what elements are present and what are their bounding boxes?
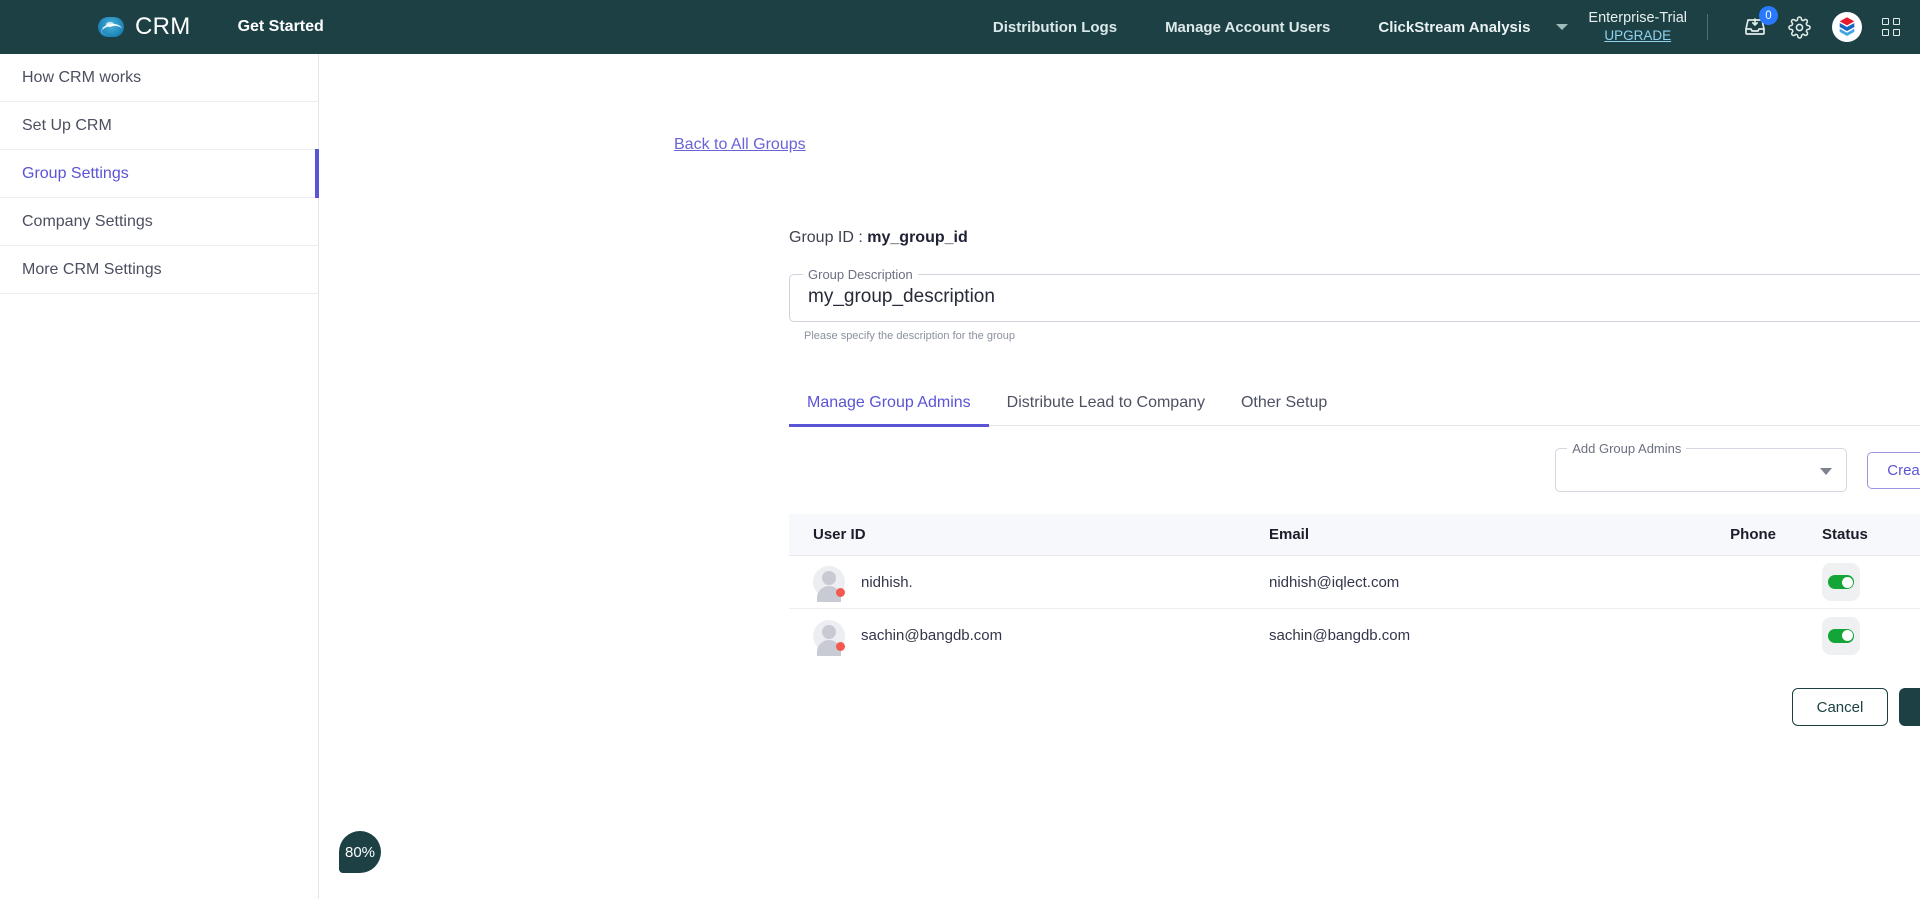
sidebar-item-label: Set Up CRM xyxy=(22,116,112,134)
tab-label: Manage Group Admins xyxy=(807,394,971,411)
tab-distribute-lead-to-company[interactable]: Distribute Lead to Company xyxy=(989,394,1223,425)
brand-area: CRM Get Started xyxy=(0,13,324,41)
group-admins-table: User ID Email Phone Status nidhish. nidh… xyxy=(789,514,1920,662)
status-toggle[interactable] xyxy=(1822,563,1860,601)
top-navigation-bar: CRM Get Started Distribution Logs Manage… xyxy=(0,0,1920,54)
sidebar-item-how-crm-works[interactable]: How CRM works xyxy=(0,54,318,102)
cell-status xyxy=(1804,616,1920,655)
sidebar-item-more-crm-settings[interactable]: More CRM Settings xyxy=(0,246,318,294)
sidebar-item-label: How CRM works xyxy=(22,68,142,86)
header-divider xyxy=(1707,14,1708,40)
group-description-label: Group Description xyxy=(803,267,918,282)
add-group-admins-select[interactable]: Add Group Admins xyxy=(1555,441,1848,492)
group-settings-form: Group ID : my_group_id Group Description… xyxy=(789,229,1920,726)
inbox-download-icon[interactable]: 0 xyxy=(1738,6,1778,44)
group-id-value: my_group_id xyxy=(867,229,968,246)
group-description-field[interactable]: Group Description my_group_description xyxy=(789,267,1920,322)
group-tabs: Manage Group Admins Distribute Lead to C… xyxy=(789,394,1920,427)
toggle-switch-on[interactable] xyxy=(1828,575,1854,589)
tab-label: Distribute Lead to Company xyxy=(1006,394,1205,411)
sidebar-item-label: Group Settings xyxy=(22,164,129,182)
admins-action-row: Add Group Admins Create New User As Admi… xyxy=(789,441,1920,492)
save-group-draft-button[interactable]: Save Group ( Draft ) xyxy=(1899,688,1920,726)
chevron-down-icon[interactable] xyxy=(1556,24,1569,30)
status-dot-icon xyxy=(836,588,845,597)
user-id-text: sachin@bangdb.com xyxy=(861,627,1003,644)
cell-email: sachin@bangdb.com xyxy=(1269,627,1411,644)
apps-grid-icon[interactable] xyxy=(1882,18,1900,36)
get-started-link[interactable]: Get Started xyxy=(238,18,324,36)
form-footer-buttons: Cancel Save Group ( Draft ) xyxy=(789,688,1920,726)
back-to-all-groups-link[interactable]: Back to All Groups xyxy=(674,136,806,154)
nav-clickstream-analysis[interactable]: ClickStream Analysis xyxy=(1354,19,1554,36)
gear-icon[interactable] xyxy=(1782,10,1816,44)
column-header-phone: Phone xyxy=(1730,526,1776,543)
group-id-row: Group ID : my_group_id xyxy=(789,229,1920,247)
tab-other-setup[interactable]: Other Setup xyxy=(1223,394,1345,425)
sidebar-item-company-settings[interactable]: Company Settings xyxy=(0,198,318,246)
group-id-label: Group ID : xyxy=(789,229,863,246)
toggle-switch-on[interactable] xyxy=(1828,628,1854,643)
tab-manage-group-admins[interactable]: Manage Group Admins xyxy=(789,394,989,427)
cell-user-id: nidhish. xyxy=(789,566,1269,602)
sidebar-item-group-settings[interactable]: Group Settings xyxy=(0,149,319,198)
table-header-row: User ID Email Phone Status xyxy=(789,514,1920,556)
main-content: Back to All Groups Group ID : my_group_i… xyxy=(319,54,1920,899)
create-new-user-as-admin-button[interactable]: Create New User As Admin xyxy=(1867,451,1920,489)
nav-manage-account-users[interactable]: Manage Account Users xyxy=(1141,19,1354,36)
top-nav-right: Distribution Logs Manage Account Users C… xyxy=(969,6,1920,44)
cancel-button[interactable]: Cancel xyxy=(1791,688,1889,726)
user-id-text: nidhish. xyxy=(861,573,913,591)
sidebar-item-label: Company Settings xyxy=(22,212,153,230)
tab-label: Other Setup xyxy=(1240,394,1328,411)
crm-cloud-logo-icon xyxy=(98,17,124,37)
add-group-admins-label: Add Group Admins xyxy=(1567,441,1687,456)
column-header-email: Email xyxy=(1269,526,1310,543)
column-header-status: Status xyxy=(1822,526,1868,543)
cell-email: nidhish@iqlect.com xyxy=(1269,573,1400,591)
status-toggle[interactable] xyxy=(1822,616,1860,655)
inbox-count-badge: 0 xyxy=(1759,6,1778,25)
avatar xyxy=(813,619,845,656)
group-description-helper: Please specify the description for the g… xyxy=(804,330,1015,342)
table-row: sachin@bangdb.com sachin@bangdb.com xyxy=(789,609,1920,662)
chevron-down-icon[interactable] xyxy=(1820,468,1833,475)
sidebar-item-set-up-crm[interactable]: Set Up CRM xyxy=(0,102,318,150)
cell-status xyxy=(1804,563,1920,601)
group-description-input[interactable]: my_group_description xyxy=(808,286,995,308)
left-sidebar: How CRM works Set Up CRM Group Settings … xyxy=(0,54,319,899)
status-dot-icon xyxy=(836,641,845,651)
brand-title: CRM xyxy=(135,13,191,40)
plan-name: Enterprise-Trial xyxy=(1588,10,1687,27)
nav-distribution-logs[interactable]: Distribution Logs xyxy=(969,19,1141,36)
table-row: nidhish. nidhish@iqlect.com xyxy=(789,556,1920,609)
plan-badge: Enterprise-Trial UPGRADE xyxy=(1588,10,1687,43)
cell-user-id: sachin@bangdb.com xyxy=(789,619,1269,656)
page-body: How CRM works Set Up CRM Group Settings … xyxy=(0,54,1920,899)
avatar xyxy=(813,566,845,602)
upgrade-link[interactable]: UPGRADE xyxy=(1604,28,1671,44)
zoom-level-badge[interactable]: 80% xyxy=(339,831,381,873)
sidebar-item-label: More CRM Settings xyxy=(22,260,162,278)
column-header-user-id: User ID xyxy=(813,526,866,543)
account-avatar-icon[interactable] xyxy=(1832,12,1862,42)
